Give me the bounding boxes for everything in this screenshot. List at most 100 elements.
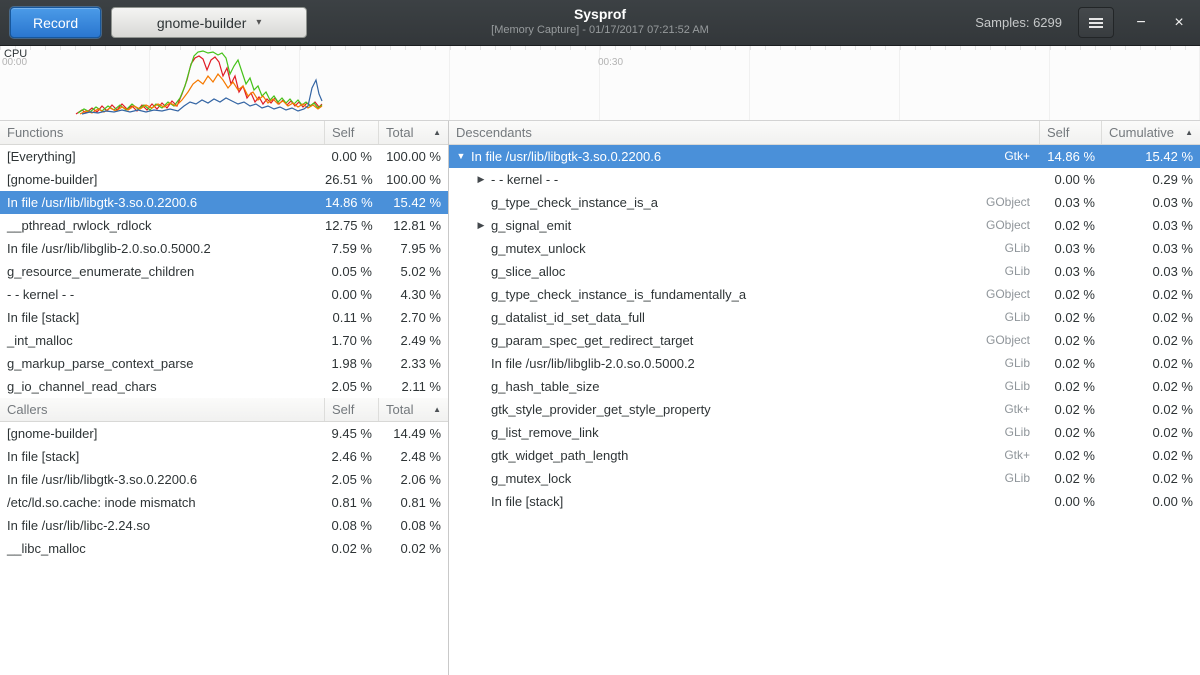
cumulative-cell: 0.02 % [1102,283,1200,306]
self-cell: 0.02 % [325,537,379,560]
table-row[interactable]: In file /usr/lib/libgtk-3.so.0.2200.614.… [0,191,448,214]
self-column-label: Self [332,125,354,140]
self-cell: 0.02 % [1040,352,1102,375]
callgraph-panes: Functions Self Total ▲ [Everything]0.00 … [0,121,1200,675]
table-row[interactable]: In file [stack]2.46 %2.48 % [0,445,448,468]
descendants-pane: Descendants Self Cumulative ▲ ▼In file /… [449,121,1200,675]
tree-row[interactable]: In file /usr/lib/libglib-2.0.so.0.5000.2… [449,352,1200,375]
function-name-cell: __libc_malloc [0,537,325,560]
self-column-label: Self [332,402,354,417]
table-row[interactable]: - - kernel - -0.00 %4.30 % [0,283,448,306]
function-name-cell: In file [stack] [489,490,1030,513]
library-tag: GObject [986,329,1040,352]
function-name-cell: g_slice_alloc [489,260,1005,283]
tree-row[interactable]: g_datalist_id_set_data_fullGLib0.02 %0.0… [449,306,1200,329]
self-cell: 0.02 % [1040,467,1102,490]
target-process-label: gnome-builder [157,15,247,31]
function-name-cell: g_io_channel_read_chars [0,375,325,398]
tree-row[interactable]: g_param_spec_get_redirect_targetGObject0… [449,329,1200,352]
menu-button[interactable] [1078,7,1114,38]
tree-row[interactable]: g_mutex_lockGLib0.02 %0.02 % [449,467,1200,490]
functions-column-header[interactable]: Functions [0,121,325,144]
tree-row[interactable]: g_hash_table_sizeGLib0.02 %0.02 % [449,375,1200,398]
tree-row[interactable]: g_mutex_unlockGLib0.03 %0.03 % [449,237,1200,260]
table-row[interactable]: /etc/ld.so.cache: inode mismatch0.81 %0.… [0,491,448,514]
total-column-header[interactable]: Total ▲ [379,121,448,144]
tree-row[interactable]: gtk_widget_path_lengthGtk+0.02 %0.02 % [449,444,1200,467]
library-tag: GLib [1005,237,1040,260]
callers-column-header[interactable]: Callers [0,398,325,421]
self-column-header[interactable]: Self [325,121,379,144]
descendants-column-header[interactable]: Descendants [449,121,1040,144]
tree-row[interactable]: ▼In file /usr/lib/libgtk-3.so.0.2200.6Gt… [449,145,1200,168]
function-name-cell: - - kernel - - [0,283,325,306]
table-row[interactable]: In file /usr/lib/libgtk-3.so.0.2200.62.0… [0,468,448,491]
table-row[interactable]: In file [stack]0.11 %2.70 % [0,306,448,329]
record-button[interactable]: Record [10,7,101,38]
cpu-red-line [76,56,322,114]
table-row[interactable]: __pthread_rwlock_rdlock12.75 %12.81 % [0,214,448,237]
self-cell: 0.00 % [325,145,379,168]
total-cell: 0.02 % [379,537,448,560]
table-row[interactable]: [gnome-builder]26.51 %100.00 % [0,168,448,191]
minimize-button[interactable]: − [1130,7,1152,38]
expander-closed-icon[interactable]: ▶ [473,214,489,237]
callers-column-label: Callers [7,402,47,417]
tree-row[interactable]: ▶g_signal_emitGObject0.02 %0.03 % [449,214,1200,237]
self-cell: 0.03 % [1040,191,1102,214]
self-cell: 0.02 % [1040,421,1102,444]
expander-open-icon[interactable]: ▼ [453,145,469,168]
tree-row[interactable]: g_type_check_instance_is_fundamentally_a… [449,283,1200,306]
table-row[interactable]: __libc_malloc0.02 %0.02 % [0,537,448,560]
library-tag: Gtk+ [1004,444,1040,467]
cumulative-cell: 0.02 % [1102,444,1200,467]
table-row[interactable]: g_markup_parse_context_parse1.98 %2.33 % [0,352,448,375]
target-process-dropdown[interactable]: gnome-builder ▾ [111,7,307,38]
library-tag: Gtk+ [1004,145,1040,168]
self-cell: 0.03 % [1040,260,1102,283]
function-name-cell: __pthread_rwlock_rdlock [0,214,325,237]
self-cell: 14.86 % [325,191,379,214]
tree-row[interactable]: g_slice_allocGLib0.03 %0.03 % [449,260,1200,283]
sort-indicator-icon: ▲ [429,405,441,414]
cumulative-cell: 0.03 % [1102,237,1200,260]
function-name-cell: g_type_check_instance_is_a [489,191,986,214]
table-row[interactable]: [Everything]0.00 %100.00 % [0,145,448,168]
expander-closed-icon[interactable]: ▶ [473,168,489,191]
tree-row[interactable]: ▶- - kernel - -0.00 %0.29 % [449,168,1200,191]
table-row[interactable]: _int_malloc1.70 %2.49 % [0,329,448,352]
descendants-table-header: Descendants Self Cumulative ▲ [449,121,1200,145]
total-cell: 5.02 % [379,260,448,283]
self-cell: 0.02 % [1040,444,1102,467]
table-row[interactable]: In file /usr/lib/libglib-2.0.so.0.5000.2… [0,237,448,260]
tree-row[interactable]: gtk_style_provider_get_style_propertyGtk… [449,398,1200,421]
function-name-cell: gtk_style_provider_get_style_property [489,398,1004,421]
tree-row[interactable]: g_list_remove_linkGLib0.02 %0.02 % [449,421,1200,444]
self-cell: 0.02 % [1040,375,1102,398]
cumulative-cell: 0.02 % [1102,467,1200,490]
cumulative-column-label: Cumulative [1109,125,1174,140]
total-column-header[interactable]: Total ▲ [379,398,448,421]
self-column-header[interactable]: Self [1040,121,1102,144]
functions-pane: Functions Self Total ▲ [Everything]0.00 … [0,121,449,675]
cumulative-column-header[interactable]: Cumulative ▲ [1102,121,1200,144]
total-cell: 2.06 % [379,468,448,491]
total-cell: 2.49 % [379,329,448,352]
self-column-header[interactable]: Self [325,398,379,421]
tree-row[interactable]: g_type_check_instance_is_aGObject0.03 %0… [449,191,1200,214]
table-row[interactable]: In file /usr/lib/libc-2.24.so0.08 %0.08 … [0,514,448,537]
table-row[interactable]: g_io_channel_read_chars2.05 %2.11 % [0,375,448,398]
table-row[interactable]: [gnome-builder]9.45 %14.49 % [0,422,448,445]
library-tag: GObject [986,283,1040,306]
hamburger-menu-icon [1089,22,1103,24]
close-button[interactable]: × [1168,7,1190,38]
library-tag: Gtk+ [1004,398,1040,421]
header-right-group: Samples: 6299 − × [975,7,1190,38]
function-name-cell: In file [stack] [0,445,325,468]
functions-table-body: [Everything]0.00 %100.00 %[gnome-builder… [0,145,448,398]
function-name-cell: _int_malloc [0,329,325,352]
self-cell: 0.00 % [1040,168,1102,191]
table-row[interactable]: g_resource_enumerate_children0.05 %5.02 … [0,260,448,283]
tree-row[interactable]: In file [stack]0.00 %0.00 % [449,490,1200,513]
cumulative-cell: 0.02 % [1102,352,1200,375]
